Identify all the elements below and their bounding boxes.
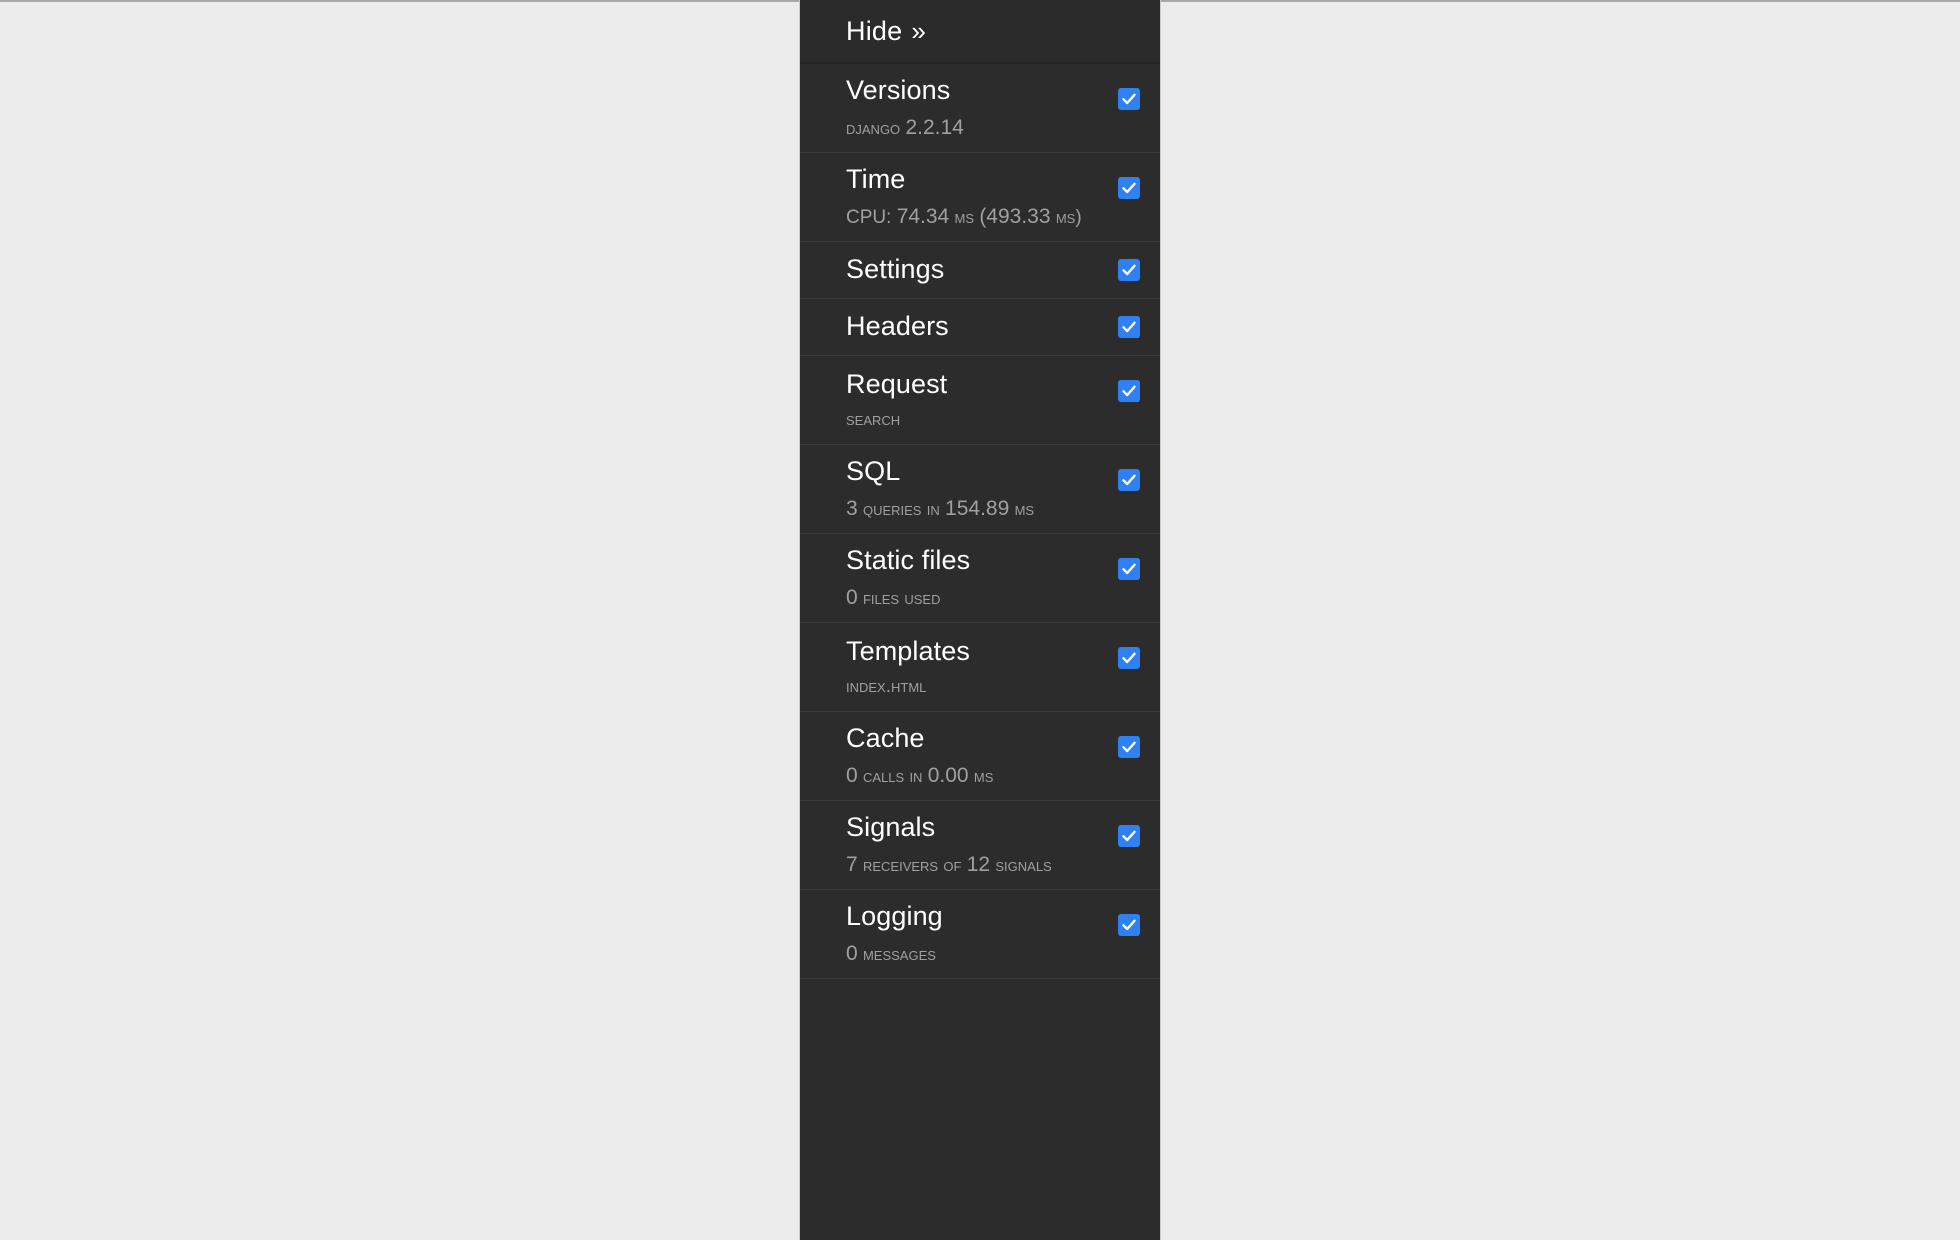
- panel-toggle-checkbox[interactable]: [1118, 88, 1140, 110]
- panel-title: Templates: [846, 635, 970, 666]
- panel-toggle-checkbox[interactable]: [1118, 825, 1140, 847]
- panel-title: Headers: [846, 311, 949, 342]
- checkmark-icon: [1122, 321, 1136, 333]
- toolbar-panel-signals[interactable]: Signals 7 receivers of 12 signals: [800, 801, 1160, 890]
- panel-title: Settings: [846, 254, 945, 285]
- panel-toggle-checkbox[interactable]: [1118, 259, 1140, 281]
- toolbar-panel-staticfiles[interactable]: Static files 0 files used: [800, 534, 1160, 623]
- panel-title: Time: [846, 164, 906, 195]
- panel-title: Logging: [846, 901, 943, 932]
- chevron-right-double-icon: »: [911, 16, 927, 46]
- toolbar-panel-request[interactable]: Request search: [800, 356, 1160, 445]
- hide-toolbar-button[interactable]: Hide »: [846, 18, 926, 45]
- panel-toggle-checkbox[interactable]: [1118, 736, 1140, 758]
- toolbar-panel-templates[interactable]: Templates index.html: [800, 623, 1160, 712]
- hide-label: Hide: [846, 16, 903, 46]
- panel-title: Static files: [846, 545, 971, 576]
- toolbar-panel-settings[interactable]: Settings: [800, 242, 1160, 299]
- checkmark-icon: [1122, 741, 1136, 753]
- toolbar-panel-versions[interactable]: Versions Django 2.2.14: [800, 64, 1160, 153]
- panel-subtitle: 7 receivers of 12 signals: [846, 853, 1052, 877]
- toolbar-panel-list: Versions Django 2.2.14 Time CPU: 74.34 ms (…: [800, 64, 1160, 979]
- checkmark-icon: [1122, 474, 1136, 486]
- panel-subtitle: 0 files used: [846, 586, 941, 610]
- panel-toggle-checkbox[interactable]: [1118, 469, 1140, 491]
- panel-toggle-checkbox[interactable]: [1118, 380, 1140, 402]
- panel-toggle-checkbox[interactable]: [1118, 316, 1140, 338]
- panel-toggle-checkbox[interactable]: [1118, 558, 1140, 580]
- checkmark-icon: [1122, 93, 1136, 105]
- panel-subtitle: CPU: 74.34 ms (493.33 ms): [846, 205, 1082, 229]
- panel-title: SQL: [846, 456, 901, 487]
- panel-title: Versions: [846, 75, 951, 106]
- checkmark-icon: [1122, 919, 1136, 931]
- checkmark-icon: [1122, 652, 1136, 664]
- toolbar-panel-headers[interactable]: Headers: [800, 299, 1160, 356]
- toolbar-panel-sql[interactable]: SQL 3 queries in 154.89 ms: [800, 445, 1160, 534]
- panel-subtitle: 0 messages: [846, 942, 936, 966]
- panel-title: Cache: [846, 723, 925, 754]
- panel-subtitle: 3 queries in 154.89 ms: [846, 497, 1035, 521]
- panel-title: Request: [846, 368, 948, 399]
- panel-subtitle: Django 2.2.14: [846, 116, 964, 140]
- panel-subtitle: search: [846, 408, 901, 430]
- checkmark-icon: [1122, 563, 1136, 575]
- checkmark-icon: [1122, 182, 1136, 194]
- panel-subtitle: 0 calls in 0.00 ms: [846, 764, 994, 788]
- panel-toggle-checkbox[interactable]: [1118, 914, 1140, 936]
- django-debug-toolbar: Hide » Versions Django 2.2.14 Time CPU: 74.…: [800, 0, 1160, 1240]
- checkmark-icon: [1122, 385, 1136, 397]
- panel-title: Signals: [846, 812, 936, 843]
- panel-subtitle: index.html: [846, 675, 927, 697]
- toolbar-panel-cache[interactable]: Cache 0 calls in 0.00 ms: [800, 712, 1160, 801]
- checkmark-icon: [1122, 830, 1136, 842]
- panel-toggle-checkbox[interactable]: [1118, 647, 1140, 669]
- toolbar-panel-logging[interactable]: Logging 0 messages: [800, 890, 1160, 979]
- checkmark-icon: [1122, 264, 1136, 276]
- toolbar-header: Hide »: [800, 0, 1160, 64]
- toolbar-panel-time[interactable]: Time CPU: 74.34 ms (493.33 ms): [800, 153, 1160, 242]
- panel-toggle-checkbox[interactable]: [1118, 177, 1140, 199]
